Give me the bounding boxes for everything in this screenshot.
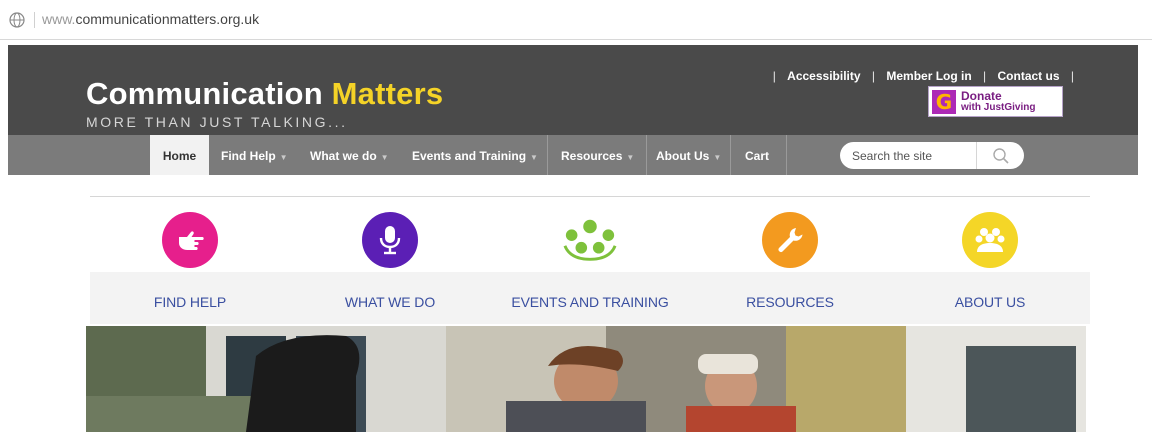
browser-address-bar[interactable]: www.communicationmatters.org.uk bbox=[0, 0, 1152, 40]
microphone-icon bbox=[362, 212, 418, 268]
nav-cart[interactable]: Cart bbox=[745, 135, 769, 175]
globe-icon bbox=[9, 12, 25, 28]
nav-home-label: Home bbox=[162, 149, 197, 163]
site-tagline: MORE THAN JUST TALKING... bbox=[86, 114, 348, 130]
nav-about-us-label: About Us bbox=[656, 149, 710, 163]
pipe-separator: | bbox=[871, 69, 876, 83]
caret-down-icon: ▼ bbox=[713, 153, 722, 162]
wrench-icon bbox=[762, 212, 818, 268]
nav-cart-label: Cart bbox=[745, 149, 770, 163]
member-login-link[interactable]: Member Log in bbox=[886, 69, 971, 83]
url-prefix: www. bbox=[42, 11, 76, 27]
people-group-icon bbox=[562, 212, 618, 268]
search-icon[interactable] bbox=[992, 147, 1010, 165]
justgiving-logo-icon: G bbox=[932, 90, 956, 114]
nav-find-help[interactable]: Find Help ▼ bbox=[221, 135, 288, 175]
accessibility-link[interactable]: Accessibility bbox=[787, 69, 860, 83]
content-divider bbox=[90, 196, 1090, 197]
nav-resources-label: Resources bbox=[561, 149, 623, 163]
pipe-separator: | bbox=[1070, 69, 1074, 83]
nav-divider bbox=[786, 135, 787, 175]
search-placeholder: Search the site bbox=[852, 149, 933, 163]
url-domain: communicationmatters.org.uk bbox=[75, 11, 260, 27]
caret-down-icon: ▼ bbox=[279, 153, 288, 162]
address-bar-divider bbox=[34, 12, 35, 28]
nav-about-us[interactable]: About Us ▼ bbox=[656, 135, 721, 175]
site-logo[interactable]: Communication Matters bbox=[86, 76, 443, 112]
nav-events-training[interactable]: Events and Training ▼ bbox=[412, 135, 538, 175]
utility-links: | Accessibility | Member Log in | Contac… bbox=[769, 69, 1078, 83]
nav-resources[interactable]: Resources ▼ bbox=[561, 135, 634, 175]
nav-divider bbox=[646, 135, 647, 175]
category-label: FIND HELP bbox=[153, 294, 227, 310]
category-find-help[interactable]: FIND HELP bbox=[90, 212, 290, 310]
url-text[interactable]: www.communicationmatters.org.uk bbox=[42, 11, 259, 27]
contact-us-link[interactable]: Contact us bbox=[998, 69, 1060, 83]
nav-divider bbox=[730, 135, 731, 175]
caret-down-icon: ▼ bbox=[380, 153, 389, 162]
hero-photo bbox=[86, 326, 1086, 432]
category-what-we-do[interactable]: WHAT WE DO bbox=[290, 212, 490, 310]
nav-find-help-label: Find Help bbox=[221, 149, 276, 163]
site-header: Communication Matters MORE THAN JUST TAL… bbox=[8, 45, 1138, 135]
site-search: Search the site bbox=[840, 142, 1024, 169]
donate-justgiving-button[interactable]: G Donate with JustGiving bbox=[928, 86, 1063, 117]
caret-down-icon: ▼ bbox=[530, 153, 538, 162]
donate-label: Donate bbox=[961, 89, 1002, 103]
pointing-hand-icon bbox=[162, 212, 218, 268]
pipe-separator: | bbox=[983, 69, 987, 83]
logo-text-main: Communication bbox=[86, 76, 332, 111]
nav-events-training-label: Events and Training bbox=[412, 149, 527, 163]
search-divider bbox=[976, 142, 977, 169]
category-label: RESOURCES bbox=[746, 294, 834, 310]
category-about-us[interactable]: ABOUT US bbox=[890, 212, 1090, 310]
category-resources[interactable]: RESOURCES bbox=[690, 212, 890, 310]
nav-what-we-do-label: What we do bbox=[310, 149, 377, 163]
logo-text-accent: Matters bbox=[331, 76, 444, 111]
justgiving-label: with JustGiving bbox=[961, 102, 1036, 113]
nav-divider bbox=[547, 135, 548, 175]
nav-what-we-do[interactable]: What we do ▼ bbox=[310, 135, 389, 175]
nav-home[interactable]: Home bbox=[150, 135, 209, 175]
team-icon bbox=[962, 212, 1018, 268]
pipe-separator: | bbox=[772, 69, 776, 83]
category-label: ABOUT US bbox=[954, 294, 1026, 310]
category-label: WHAT WE DO bbox=[344, 294, 436, 310]
hero-photo-illustration bbox=[86, 326, 1086, 432]
category-events-training[interactable]: EVENTS AND TRAINING bbox=[490, 212, 690, 310]
main-nav: Home Find Help ▼ What we do ▼ Events and T… bbox=[8, 135, 1138, 175]
caret-down-icon: ▼ bbox=[626, 153, 635, 162]
category-label: EVENTS AND TRAINING bbox=[511, 294, 669, 310]
